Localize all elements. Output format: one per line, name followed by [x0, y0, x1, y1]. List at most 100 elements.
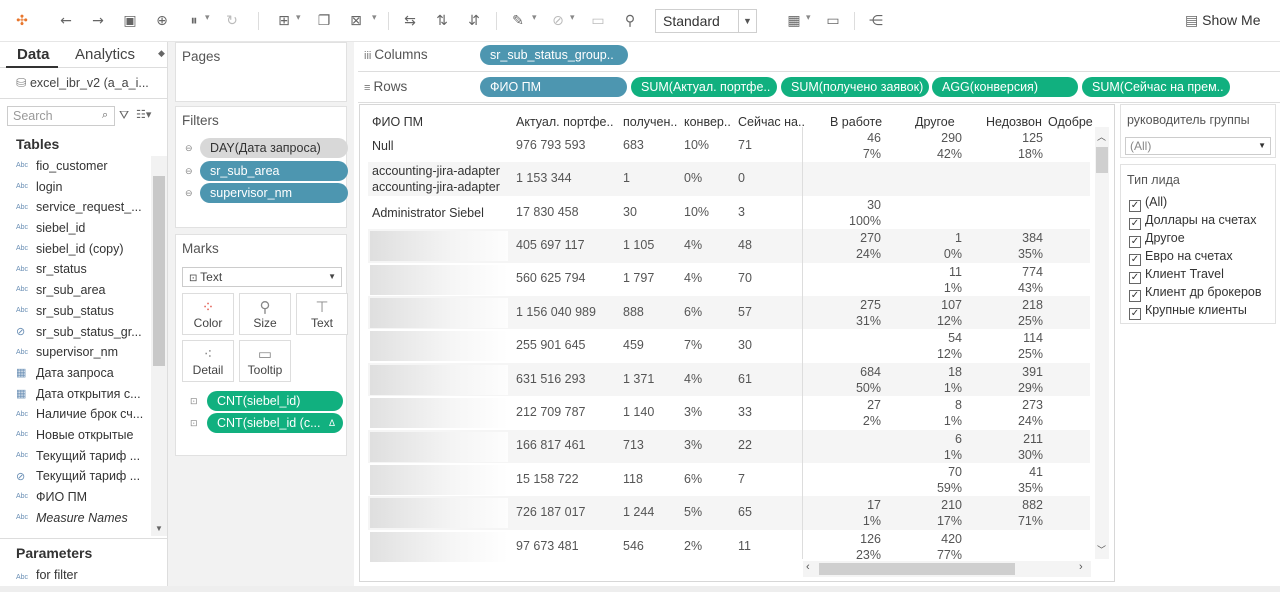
scrollbar-thumb[interactable] — [1096, 147, 1108, 173]
header-received[interactable]: получен.. — [623, 115, 677, 129]
view-options-icon[interactable]: ☷▾ — [136, 108, 151, 121]
checkbox-checked-icon[interactable]: ✓ — [1129, 200, 1141, 212]
size-button[interactable]: ⚲ Size — [239, 293, 291, 335]
field-item[interactable]: ⊘ sr_sub_status_gr... — [0, 322, 150, 343]
label-icon[interactable]: ▭ — [588, 11, 608, 31]
row-name[interactable]: accounting-jira-adapter — [372, 179, 500, 195]
filters-card[interactable]: Filters ⊖ DAY(Дата запроса) ⊖ sr_sub_are… — [175, 106, 348, 228]
scroll-down-icon[interactable]: ▼ — [155, 524, 163, 533]
detail-button[interactable]: ⁖ Detail — [182, 340, 234, 382]
pin-icon[interactable]: ⚲ — [620, 11, 640, 31]
lead-type-option[interactable]: ✓ Евро на счетах — [1129, 249, 1233, 266]
show-me-button[interactable]: ▤ Show Me — [1185, 12, 1260, 29]
rows-pill-fio[interactable]: ФИО ПМ — [480, 77, 627, 97]
field-item[interactable]: Abc supervisor_nm — [0, 342, 150, 363]
checkbox-checked-icon[interactable]: ✓ — [1129, 236, 1141, 248]
lead-type-option[interactable]: ✓ Другое — [1129, 231, 1185, 248]
field-item[interactable]: Abc siebel_id (copy) — [0, 239, 150, 260]
rows-pill-conversion[interactable]: AGG(конверсия) — [932, 77, 1078, 97]
checkbox-checked-icon[interactable]: ✓ — [1129, 308, 1141, 320]
fit-dropdown[interactable]: Standard ▼ — [655, 9, 757, 33]
rows-pill-received[interactable]: SUM(получено заявок) — [781, 77, 929, 97]
field-item[interactable]: Abc service_request_... — [0, 197, 150, 218]
scrollbar-thumb[interactable] — [819, 563, 1015, 575]
redo-icon[interactable]: → — [88, 11, 108, 31]
scrollbar-thumb[interactable] — [153, 176, 165, 366]
pause-icon[interactable]: ⏸ — [184, 11, 204, 31]
presentation-icon[interactable]: ▭ — [823, 11, 843, 31]
filter-pill-day[interactable]: DAY(Дата запроса) — [200, 138, 348, 158]
mark-type-dropdown[interactable]: ⊡ Text ▼ — [182, 267, 342, 287]
header-portfolio[interactable]: Актуал. портфе.. — [516, 115, 613, 129]
swap-icon[interactable]: ⇆ — [400, 11, 420, 31]
filter-fields-icon[interactable]: ⛛ — [119, 108, 129, 123]
rows-pill-now[interactable]: SUM(Сейчас на прем.. — [1082, 77, 1230, 97]
view-vertical-scrollbar[interactable]: ︿ ﹀ — [1095, 127, 1109, 559]
highlight-dropdown-icon[interactable]: ▾ — [532, 13, 537, 23]
view-horizontal-scrollbar[interactable]: ‹ › — [803, 561, 1091, 577]
checkbox-checked-icon[interactable]: ✓ — [1129, 272, 1141, 284]
field-item[interactable]: Abc Measure Names — [0, 508, 150, 529]
field-item[interactable]: Abc Новые открытые — [0, 425, 150, 446]
lead-type-option[interactable]: ✓ Крупные клиенты — [1129, 303, 1247, 320]
new-worksheet-icon[interactable]: ⊞ — [274, 11, 294, 31]
worksheet-view[interactable]: ФИО ПМ Актуал. портфе.. получен.. конвер… — [359, 104, 1115, 582]
field-item[interactable]: Abc ФИО ПМ — [0, 487, 150, 508]
datasource-item[interactable]: ⛁ excel_ibr_v2 (a_a_i... — [16, 75, 149, 90]
scroll-left-icon[interactable]: ‹ — [806, 561, 810, 573]
row-name[interactable]: Administrator Siebel — [372, 205, 484, 221]
group-icon[interactable]: ⊘ — [548, 11, 568, 31]
parameter-item[interactable]: Abc for filter — [16, 568, 78, 582]
filter-pill-supervisor[interactable]: supervisor_nm — [200, 183, 348, 203]
worksheet-dropdown-icon[interactable]: ▾ — [296, 13, 301, 23]
pane-menu-icon[interactable]: ◆ — [158, 48, 165, 59]
highlight-icon[interactable]: ✎ — [508, 11, 528, 31]
tableau-logo-icon[interactable]: ✣ — [12, 11, 32, 31]
checkbox-checked-icon[interactable]: ✓ — [1129, 254, 1141, 266]
columns-pill-status-group[interactable]: sr_sub_status_group.. — [480, 45, 628, 65]
rows-pill-portfolio[interactable]: SUM(Актуал. портфе.. — [631, 77, 777, 97]
scroll-up-icon[interactable]: ︿ — [1097, 130, 1106, 143]
field-item[interactable]: ▦ Дата открытия с... — [0, 384, 150, 405]
field-item[interactable]: ▦ Дата запроса — [0, 363, 150, 384]
marks-pill-cnt-siebel[interactable]: CNT(siebel_id) — [207, 391, 343, 411]
field-item[interactable]: Abc login — [0, 177, 150, 198]
tab-analytics[interactable]: Analytics — [75, 46, 135, 63]
new-datasource-icon[interactable]: ⊕ — [152, 11, 172, 31]
field-item[interactable]: ⊘ Текущий тариф ... — [0, 466, 150, 487]
field-item[interactable]: Abc Наличие брок сч... — [0, 404, 150, 425]
group-dropdown-icon[interactable]: ▾ — [570, 13, 575, 23]
lead-type-option[interactable]: ✓ Клиент др брокеров — [1129, 285, 1262, 302]
header-now[interactable]: Сейчас на.. — [738, 115, 805, 129]
tab-data[interactable]: Data — [17, 46, 50, 63]
lead-type-option[interactable]: ✓ Доллары на счетах — [1129, 213, 1257, 230]
clear-icon[interactable]: ⊠ — [346, 11, 366, 31]
row-name[interactable]: Null — [372, 138, 394, 154]
marks-pill-cnt-siebel-copy[interactable]: CNT(siebel_id (c... Δ — [207, 413, 343, 433]
filter-pill-sub-area[interactable]: sr_sub_area — [200, 161, 348, 181]
checkbox-checked-icon[interactable]: ✓ — [1129, 218, 1141, 230]
header-fio[interactable]: ФИО ПМ — [372, 115, 423, 129]
field-item[interactable]: Abc Текущий тариф ... — [0, 446, 150, 467]
pause-dropdown-icon[interactable]: ▾ — [205, 13, 210, 23]
color-button[interactable]: ⁘ Color — [182, 293, 234, 335]
pages-card[interactable]: Pages — [175, 42, 347, 102]
header-conversion[interactable]: конвер.. — [684, 115, 731, 129]
field-list-scrollbar[interactable] — [151, 156, 167, 536]
refresh-icon[interactable]: ↻ — [222, 11, 242, 31]
field-item[interactable]: Abc siebel_id — [0, 218, 150, 239]
share-icon[interactable]: ⋲ — [866, 11, 886, 31]
field-item[interactable]: Abc fio_customer — [0, 156, 150, 177]
header-nocall[interactable]: Недозвон — [986, 115, 1042, 129]
scroll-right-icon[interactable]: › — [1079, 561, 1083, 573]
sort-asc-icon[interactable]: ⇅ — [432, 11, 452, 31]
undo-icon[interactable]: ← — [56, 11, 76, 31]
table-row[interactable] — [368, 129, 1090, 163]
header-approved[interactable]: Одобре — [1048, 115, 1093, 129]
text-button[interactable]: ⊤ Text — [296, 293, 348, 335]
duplicate-icon[interactable]: ❐ — [314, 11, 334, 31]
header-other[interactable]: Другое — [915, 115, 955, 129]
lead-type-option[interactable]: ✓ Клиент Travel — [1129, 267, 1224, 284]
device-icon[interactable]: ▦ — [784, 11, 804, 31]
row-name[interactable]: accounting-jira-adapter — [372, 163, 500, 179]
